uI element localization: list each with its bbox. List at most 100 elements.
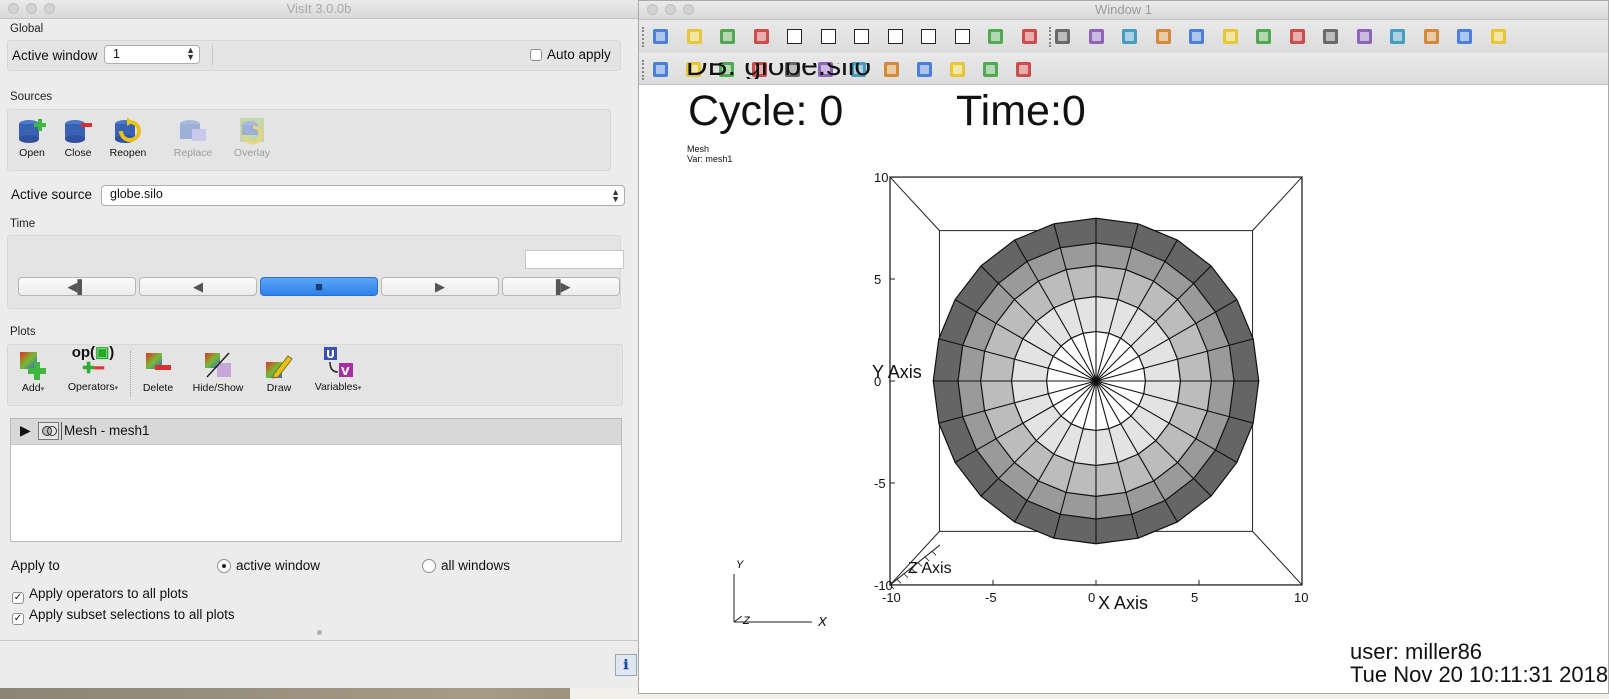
layout-2x3-icon[interactable] — [887, 29, 903, 44]
layout-3x3-icon[interactable] — [954, 29, 970, 44]
hide-show-button[interactable]: Hide/Show — [188, 350, 248, 394]
zoom-window-dot[interactable] — [44, 3, 55, 14]
active-window-value: 1 — [113, 47, 120, 61]
variables-icon: UV — [323, 345, 353, 379]
sliders-icon[interactable] — [1012, 58, 1035, 81]
operators-button[interactable]: op(▣) ✚━ Operators▾ — [64, 344, 122, 394]
window-traffic-lights — [8, 3, 55, 14]
checked-box-icon[interactable]: ✓ — [12, 592, 24, 604]
active-source-dropdown[interactable]: globe.silo ▲ ▼ — [101, 185, 625, 206]
spin-icon[interactable] — [984, 25, 1007, 48]
viz-window-title: Window 1 — [1094, 2, 1153, 17]
layout-2x4-icon[interactable] — [921, 29, 936, 44]
open-button[interactable]: Open — [12, 115, 52, 159]
plot-list-item-label: Mesh - mesh1 — [64, 423, 150, 438]
globe-icon[interactable] — [1286, 25, 1309, 48]
information-icon[interactable]: ℹ — [615, 654, 637, 676]
y-tick-label: 5 — [874, 272, 881, 287]
overlay-button[interactable]: Overlay — [230, 115, 274, 159]
radio-unselected-icon[interactable] — [422, 559, 436, 573]
reverse-play-icon: ◀ — [193, 279, 203, 294]
save-image-icon[interactable] — [1219, 25, 1242, 48]
variables-button[interactable]: UV Variables▾ — [308, 345, 368, 393]
vcr-stop-button[interactable]: ■ — [260, 277, 378, 296]
box-edge-line — [889, 176, 940, 231]
layout-1x1-icon[interactable] — [787, 29, 802, 44]
reopen-button[interactable]: Reopen — [106, 115, 150, 159]
navigate-icon[interactable] — [649, 58, 672, 81]
z-tick-mark — [896, 579, 902, 584]
lock-view-icon[interactable] — [1018, 25, 1041, 48]
active-window-spinbox[interactable]: 1 ▲ ▼ — [104, 45, 200, 64]
new-window-icon[interactable] — [683, 25, 706, 48]
navigate-mode-icon[interactable] — [1085, 25, 1108, 48]
vcr-step-forward-button[interactable]: ▐▶ — [502, 277, 620, 296]
overlay-db-icon — [237, 115, 267, 145]
control-titlebar[interactable]: VisIt 3.0.0b — [0, 0, 638, 19]
reverse-icon[interactable] — [1353, 25, 1376, 48]
draw-button[interactable]: Draw — [259, 350, 299, 394]
open-db-icon — [17, 115, 47, 145]
apply-all-windows-radio[interactable]: all windows — [422, 558, 510, 573]
replace-button[interactable]: Replace — [171, 115, 215, 159]
auto-apply-checkbox[interactable]: Auto apply — [530, 47, 611, 62]
viz-titlebar[interactable]: Window 1 — [639, 1, 1608, 20]
color-table-icon[interactable] — [1453, 25, 1476, 48]
camera3-icon[interactable] — [1252, 25, 1275, 48]
vcr-step-back-button[interactable]: ◀▌ — [18, 277, 136, 296]
hide-show-icon — [203, 350, 233, 380]
stop-icon: ■ — [315, 279, 323, 294]
x-tick-label: -5 — [985, 590, 997, 605]
toggle-check-icon[interactable] — [649, 25, 672, 48]
delete-plot-button[interactable]: Delete — [136, 350, 180, 394]
time-slider-state-field[interactable] — [525, 250, 624, 269]
operators-plus-minus-icon: ✚━ — [82, 360, 104, 377]
more-icon[interactable] — [1420, 25, 1443, 48]
apply-operators-checkbox[interactable]: ✓ Apply operators to all plots — [12, 586, 188, 604]
perspective-cube-icon[interactable] — [1051, 25, 1074, 48]
vcr-reverse-button[interactable]: ◀ — [139, 277, 257, 296]
zoom-window-dot[interactable] — [683, 4, 694, 15]
variables-dropdown-icon: ▾ — [357, 385, 362, 392]
delete-window-icon[interactable] — [750, 25, 773, 48]
operators-dropdown-icon: ▾ — [114, 385, 119, 392]
plot-visibility-icon[interactable] — [38, 422, 59, 440]
clone-window-icon[interactable] — [716, 25, 739, 48]
toolbar-grip[interactable] — [642, 27, 647, 47]
triad-y-label: Y — [736, 559, 744, 571]
close-window-dot[interactable] — [647, 4, 658, 15]
vcr-play-button[interactable]: ▶ — [381, 277, 499, 296]
mesh-plot-canvas[interactable]: -10 -5 0 5 101050-5-10X AxisY AxisZ AxisYZ X — [639, 84, 1608, 695]
divider — [212, 45, 213, 65]
apply-active-window-radio[interactable]: active window — [217, 558, 320, 573]
active-source-value: globe.silo — [110, 187, 163, 201]
auto-apply-box-icon[interactable] — [530, 49, 542, 61]
plot-list-row[interactable]: ▶ Mesh - mesh1 — [11, 419, 621, 445]
add-plot-button[interactable]: Add▾ — [12, 350, 54, 394]
camera2-icon[interactable] — [1185, 25, 1208, 48]
close-window-dot[interactable] — [8, 3, 19, 14]
minimize-window-dot[interactable] — [665, 4, 676, 15]
camera-icon[interactable] — [1152, 25, 1175, 48]
apply-subset-checkbox[interactable]: ✓ Apply subset selections to all plots — [12, 607, 235, 625]
expand-triangle-icon[interactable]: ▶ — [20, 422, 31, 439]
step-back-icon[interactable] — [1319, 25, 1342, 48]
zoom-mode-icon[interactable] — [1118, 25, 1141, 48]
minimize-window-dot[interactable] — [26, 3, 37, 14]
operators-icon-op: op( — [71, 344, 96, 361]
dropdown-arrows-icon: ▲ ▼ — [611, 187, 620, 204]
stop-icon[interactable] — [1386, 25, 1409, 48]
person-icon[interactable] — [1487, 25, 1510, 48]
checked-box-icon[interactable]: ✓ — [12, 613, 24, 625]
plot-list[interactable]: ▶ Mesh - mesh1 — [10, 418, 622, 542]
layout-1x2-icon[interactable] — [820, 29, 836, 44]
spin-arrows-icon[interactable]: ▲ ▼ — [186, 46, 195, 62]
radio-selected-icon[interactable] — [217, 559, 231, 573]
close-button[interactable]: Close — [58, 115, 98, 159]
splitter-handle[interactable] — [317, 630, 322, 635]
x-tick-label: 5 — [1191, 590, 1198, 605]
viz-toolbar-1 — [639, 20, 1608, 54]
layout-2x2-icon[interactable] — [854, 29, 869, 44]
toolbar-grip[interactable] — [642, 60, 647, 80]
sphere-icon[interactable] — [979, 58, 1002, 81]
